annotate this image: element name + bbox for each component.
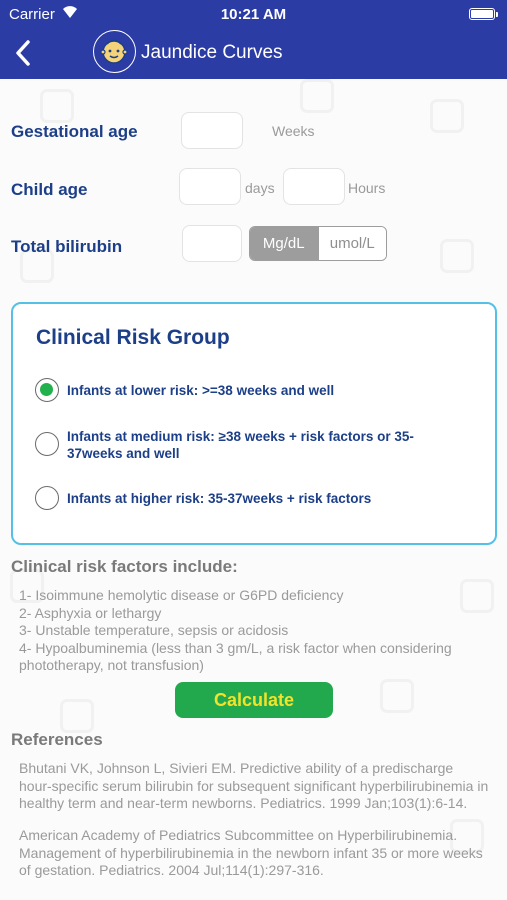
risk-option-medium-label: Infants at medium risk: ≥38 weeks + risk… xyxy=(67,429,414,461)
risk-option-lower[interactable]: Infants at lower risk: >=38 weeks and we… xyxy=(35,378,475,404)
list-item: 3- Unstable temperature, sepsis or acido… xyxy=(19,622,289,638)
radio-button-selected[interactable] xyxy=(35,378,59,402)
total-bilirubin-input[interactable] xyxy=(182,225,242,262)
hours-unit-label: Hours xyxy=(348,180,386,196)
risk-option-higher-label: Infants at higher risk: 35-37weeks + ris… xyxy=(67,491,372,506)
risk-factors-list: 1- Isoimmune hemolytic disease or G6PD d… xyxy=(19,587,459,675)
list-item: 4- Hypoalbuminemia (less than 3 gm/L, a … xyxy=(19,639,452,674)
total-bilirubin-label: Total bilirubin xyxy=(11,237,123,256)
gestational-age-input[interactable] xyxy=(181,112,243,149)
child-age-label: Child age xyxy=(11,180,88,199)
navigation-bar: Jaundice Curves xyxy=(0,28,507,79)
status-time: 10:21 AM xyxy=(220,6,287,23)
radio-button[interactable] xyxy=(35,432,59,456)
references-heading: References xyxy=(11,730,103,749)
days-unit-label: days xyxy=(245,180,275,196)
bilirubin-unit-toggle: Mg/dL umol/L xyxy=(249,226,387,261)
status-bar: Carrier 10:21 AM xyxy=(0,0,507,28)
risk-factors-heading: Clinical risk factors include: xyxy=(11,557,238,576)
unit-option-umol-l[interactable]: umol/L xyxy=(317,227,386,260)
reference-item: Bhutani VK, Johnson L, Sivieri EM. Predi… xyxy=(19,760,489,811)
risk-option-medium[interactable]: Infants at medium risk: ≥38 weeks + risk… xyxy=(35,428,475,464)
list-item: 2- Asphyxia or lethargy xyxy=(19,604,162,621)
unit-option-mg-dl[interactable]: Mg/dL xyxy=(250,227,318,260)
child-age-days-input[interactable] xyxy=(179,168,241,205)
radio-button[interactable] xyxy=(35,486,59,510)
chevron-left-icon xyxy=(16,40,30,66)
risk-option-lower-label: Infants at lower risk: >=38 weeks and we… xyxy=(67,383,335,398)
page-title: Jaundice Curves xyxy=(141,42,283,63)
list-item: 1- Isoimmune hemolytic disease or G6PD d… xyxy=(19,587,344,603)
weeks-unit-label: Weeks xyxy=(272,123,315,139)
calculate-button[interactable]: Calculate xyxy=(175,682,333,718)
back-button[interactable] xyxy=(10,38,40,68)
risk-option-higher[interactable]: Infants at higher risk: 35-37weeks + ris… xyxy=(35,486,475,512)
clinical-risk-group-card: Clinical Risk Group Infants at lower ris… xyxy=(11,302,497,545)
baby-face-icon xyxy=(100,39,128,64)
gestational-age-label: Gestational age xyxy=(11,122,138,141)
child-age-hours-input[interactable] xyxy=(283,168,345,205)
app-logo xyxy=(93,30,136,73)
reference-item: American Academy of Pediatrics Subcommit… xyxy=(19,827,483,878)
battery-tip xyxy=(496,12,498,17)
battery-icon xyxy=(469,8,495,20)
risk-group-title: Clinical Risk Group xyxy=(36,326,230,349)
